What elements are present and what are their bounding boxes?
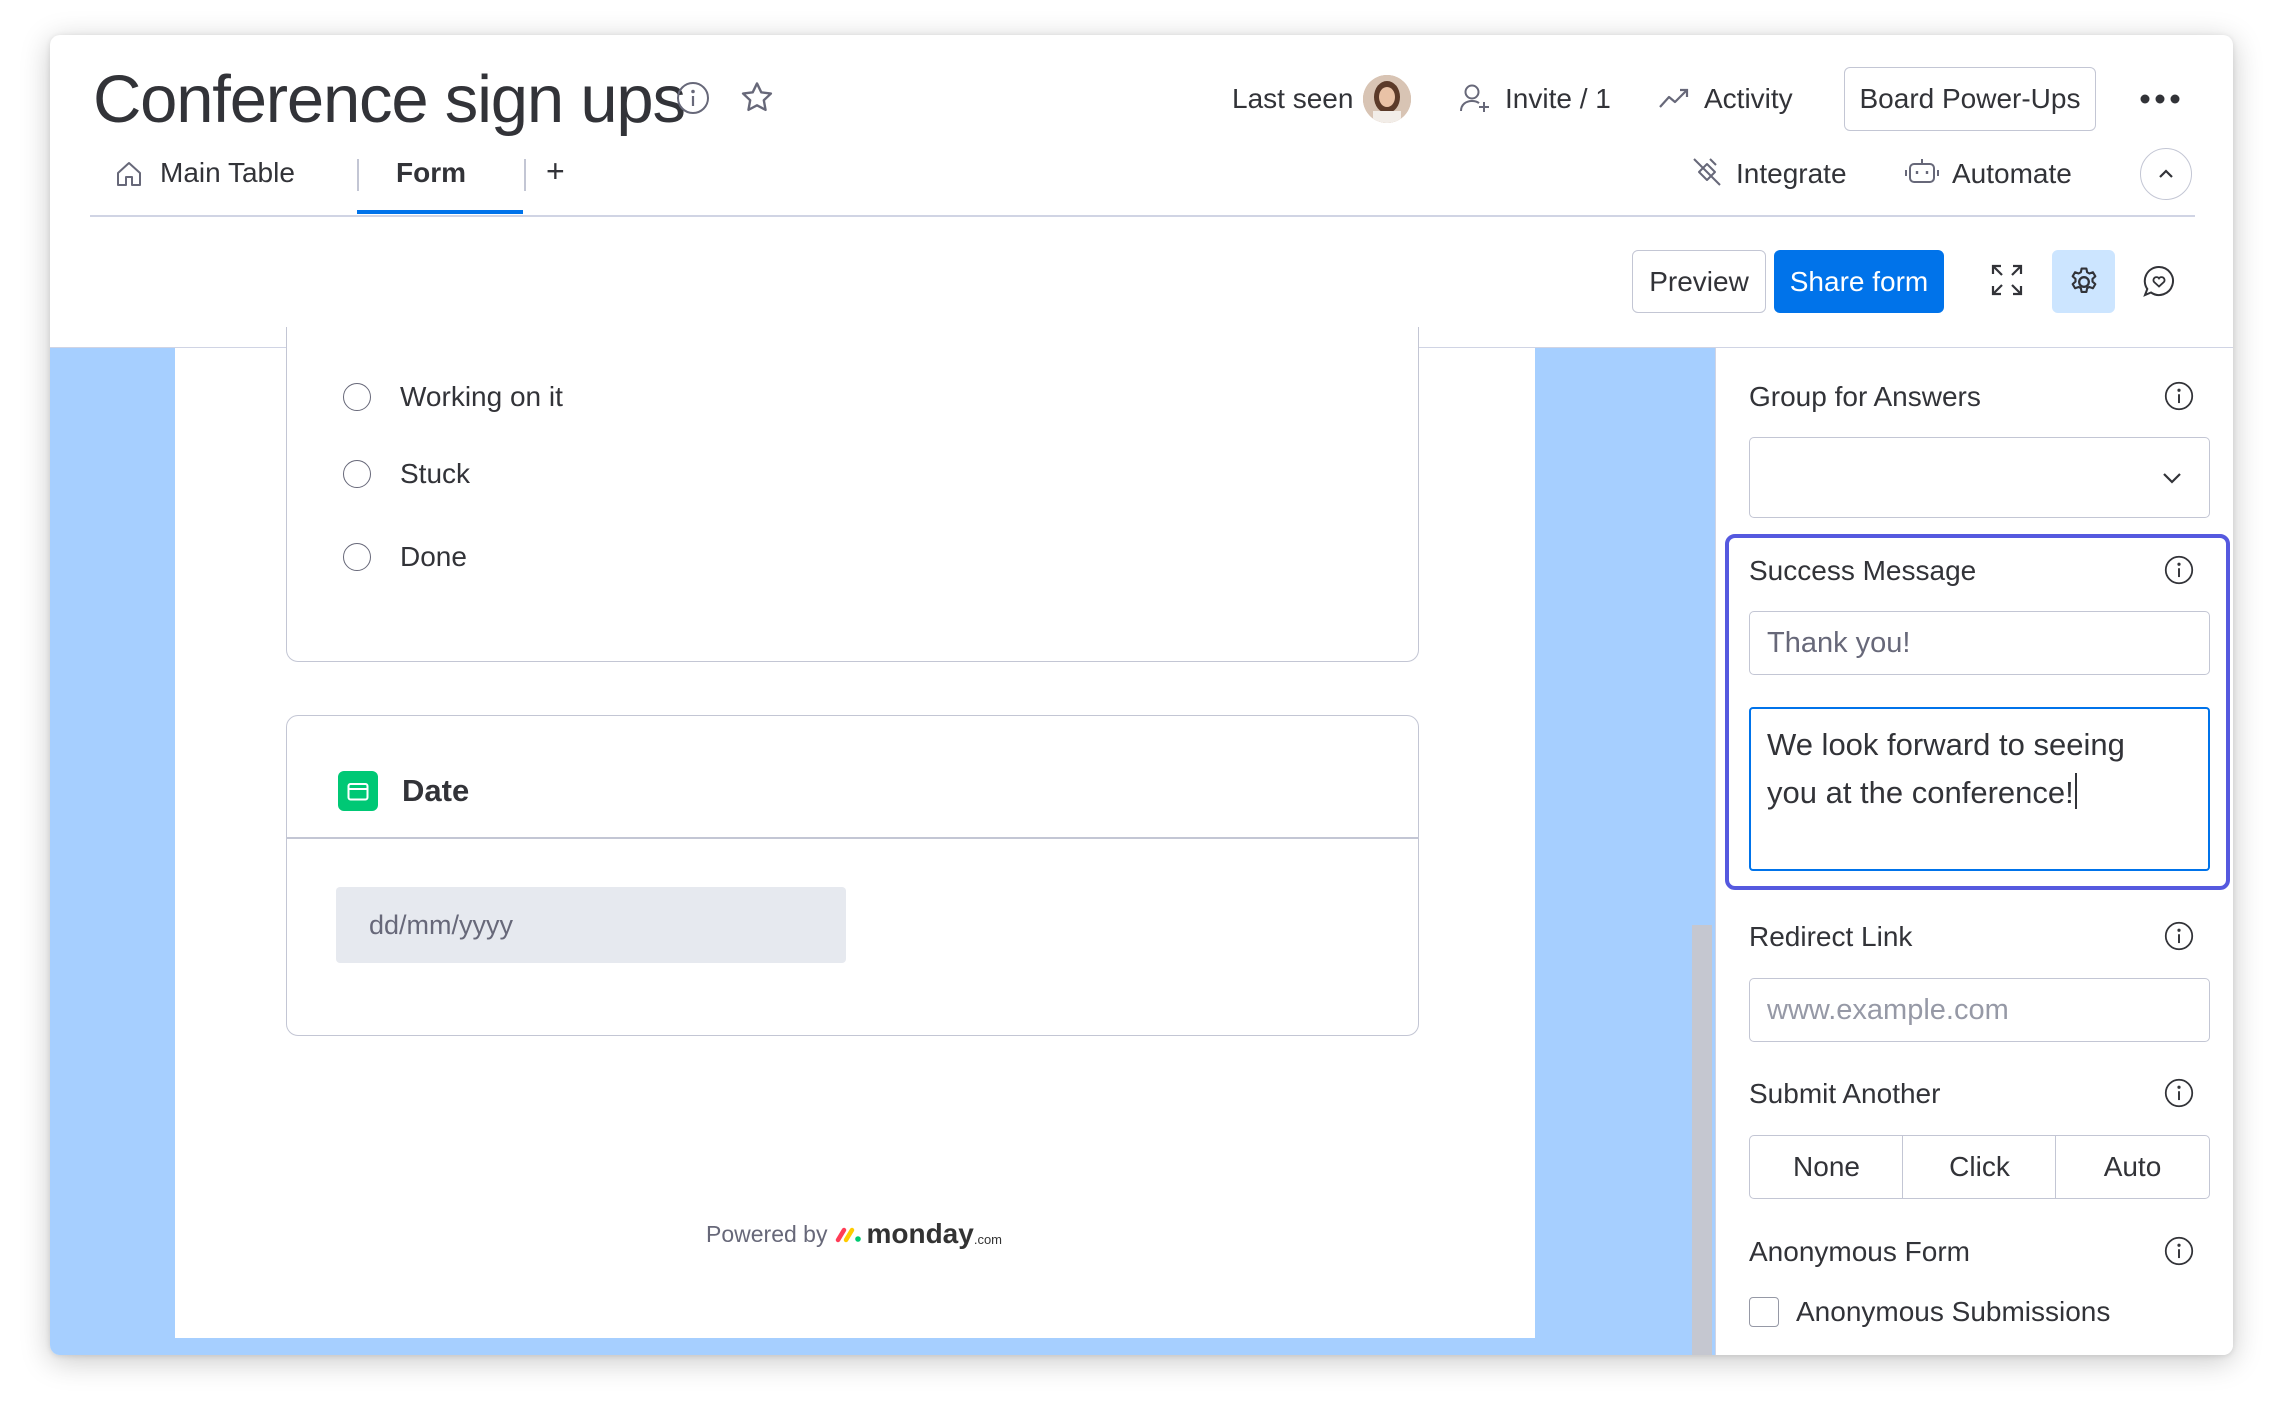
chevron-up-icon bbox=[2159, 169, 2173, 178]
tab-separator bbox=[357, 159, 359, 191]
redirect-link-input[interactable]: www.example.com bbox=[1749, 978, 2210, 1042]
app-window: Conference sign ups Last seen Invite / 1… bbox=[50, 35, 2233, 1355]
monday-brand-suffix: .com bbox=[973, 1231, 1002, 1247]
chevron-down-icon bbox=[2163, 473, 2181, 484]
redirect-link-label: Redirect Link bbox=[1749, 921, 1913, 952]
home-icon bbox=[114, 159, 144, 189]
date-question-title: Date bbox=[402, 773, 470, 808]
info-icon[interactable] bbox=[2164, 921, 2194, 951]
status-question-card bbox=[286, 327, 1419, 662]
collapse-header-button[interactable] bbox=[2140, 148, 2192, 200]
status-option[interactable]: Working on it bbox=[343, 381, 563, 413]
more-dots-icon[interactable] bbox=[2139, 93, 2181, 105]
powered-by-label: Powered by bbox=[706, 1220, 828, 1247]
anonymous-submissions-label[interactable]: Anonymous Submissions bbox=[1796, 1296, 2110, 1328]
status-option[interactable]: Done bbox=[343, 541, 467, 573]
expand-icon[interactable] bbox=[1990, 263, 2024, 297]
group-for-answers-label: Group for Answers bbox=[1749, 381, 1981, 412]
anonymous-submissions-checkbox[interactable] bbox=[1749, 1297, 1779, 1327]
radio-button[interactable] bbox=[343, 543, 371, 571]
tab-main-table[interactable]: Main Table bbox=[160, 157, 295, 189]
automate-icon bbox=[1904, 157, 1940, 187]
anonymous-form-label: Anonymous Form bbox=[1749, 1236, 1970, 1267]
share-form-button[interactable]: Share form bbox=[1774, 250, 1944, 313]
submit-another-none[interactable]: None bbox=[1749, 1135, 1904, 1199]
preview-button[interactable]: Preview bbox=[1632, 250, 1766, 313]
monday-logo-icon bbox=[836, 1227, 862, 1243]
scrollbar[interactable] bbox=[1692, 925, 1712, 1355]
status-option-label: Stuck bbox=[400, 458, 471, 489]
status-option[interactable]: Stuck bbox=[343, 458, 470, 490]
submit-another-auto[interactable]: Auto bbox=[2055, 1135, 2210, 1199]
automate-button[interactable]: Automate bbox=[1952, 158, 2072, 190]
avatar[interactable] bbox=[1363, 75, 1411, 123]
add-tab-button[interactable]: + bbox=[546, 153, 565, 190]
activity-button[interactable]: Activity bbox=[1704, 83, 1793, 115]
date-question-card bbox=[286, 715, 1419, 1036]
text-cursor bbox=[2074, 773, 2077, 809]
last-seen-label: Last seen bbox=[1232, 83, 1354, 114]
settings-button[interactable] bbox=[2052, 250, 2115, 313]
submit-another-label: Submit Another bbox=[1749, 1078, 1941, 1109]
radio-button[interactable] bbox=[343, 460, 371, 488]
board-power-ups-button[interactable]: Board Power-Ups bbox=[1844, 67, 2096, 131]
success-message-label: Success Message bbox=[1749, 555, 1977, 586]
integrate-button[interactable]: Integrate bbox=[1736, 158, 1847, 190]
active-tab-indicator bbox=[357, 210, 523, 214]
success-title-input[interactable]: Thank you! bbox=[1749, 611, 2210, 675]
success-title-value: Thank you! bbox=[1767, 626, 1911, 659]
info-icon[interactable] bbox=[676, 81, 710, 115]
board-title: Conference sign ups bbox=[93, 62, 686, 137]
question-divider bbox=[287, 837, 1418, 839]
date-input[interactable]: dd/mm/yyyy bbox=[336, 887, 846, 963]
invite-button[interactable]: Invite / 1 bbox=[1505, 83, 1611, 115]
success-message-line: We look forward to seeing bbox=[1767, 727, 2125, 762]
date-column-icon bbox=[338, 771, 378, 811]
gear-icon bbox=[2071, 266, 2096, 293]
header-divider bbox=[90, 215, 2195, 217]
star-icon[interactable] bbox=[738, 79, 776, 117]
feedback-icon[interactable] bbox=[2142, 264, 2176, 298]
status-option-label: Working on it bbox=[400, 381, 563, 412]
submit-another-click[interactable]: Click bbox=[1902, 1135, 2057, 1199]
monday-brand-text: monday bbox=[866, 1218, 974, 1249]
success-message-line: you at the conference! bbox=[1767, 775, 2074, 810]
radio-button[interactable] bbox=[343, 383, 371, 411]
activity-trend-icon[interactable] bbox=[1658, 85, 1690, 111]
success-message-textarea[interactable]: We look forward to seeing you at the con… bbox=[1749, 707, 2210, 871]
info-icon[interactable] bbox=[2164, 381, 2194, 411]
redirect-link-placeholder: www.example.com bbox=[1767, 993, 2009, 1026]
integrate-icon bbox=[1690, 155, 1724, 189]
info-icon[interactable] bbox=[2164, 1236, 2194, 1266]
group-for-answers-dropdown[interactable] bbox=[1749, 437, 2210, 518]
info-icon[interactable] bbox=[2164, 555, 2194, 585]
tab-separator bbox=[524, 159, 526, 191]
info-icon[interactable] bbox=[2164, 1078, 2194, 1108]
powered-by-footer[interactable]: Powered by monday .com bbox=[706, 1218, 1002, 1250]
tab-form[interactable]: Form bbox=[396, 157, 466, 189]
person-add-icon[interactable] bbox=[1458, 81, 1492, 115]
status-option-label: Done bbox=[400, 541, 467, 572]
